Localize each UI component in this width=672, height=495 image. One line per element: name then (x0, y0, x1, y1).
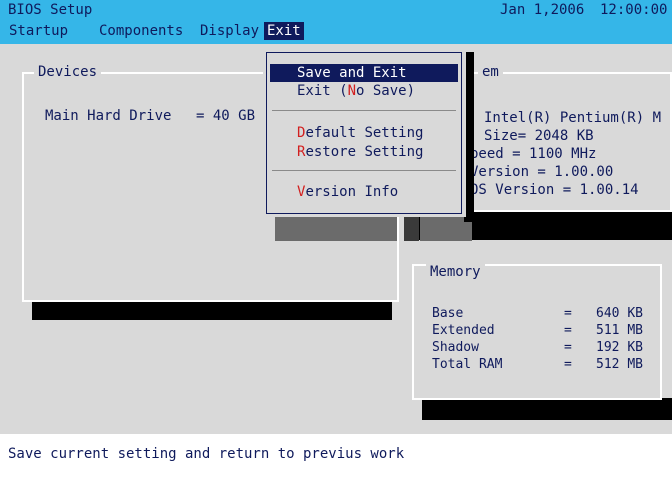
menu-item-exit-no-save-label-a: Exit ( (297, 83, 348, 99)
menu-item-restore-setting-label: estore Setting (305, 144, 424, 160)
menu-item-version-info[interactable]: Version Info (270, 183, 458, 201)
menu-display[interactable]: Display (197, 22, 262, 40)
exit-menu-shadow (275, 214, 397, 241)
menu-item-save-and-exit[interactable]: Save and Exit (270, 64, 458, 82)
system-speed-line: peed = 1100 MHz (470, 146, 597, 162)
devices-panel-title: Devices (34, 64, 102, 80)
menu-item-restore-setting[interactable]: Restore Setting (270, 143, 458, 161)
memory-base-value: 640 KB (596, 306, 643, 321)
date-display: Jan 1,2006 (500, 2, 585, 18)
system-version-line: Version = 1.00.00 (470, 164, 614, 180)
menu-item-default-setting[interactable]: Default Setting (270, 124, 458, 142)
memory-shadow-eq: = (564, 340, 572, 355)
memory-total-ram-eq: = (564, 357, 572, 372)
menu-item-exit-no-save-label-b: o Save) (356, 83, 416, 99)
memory-total-ram-value: 512 MB (596, 357, 643, 372)
menu-item-exit-no-save-hotkey: N (347, 83, 357, 99)
menu-components[interactable]: Components (96, 22, 186, 40)
memory-extended-eq: = (564, 323, 572, 338)
app-title: BIOS Setup (8, 2, 93, 18)
exit-menu-shadow-dark (404, 214, 419, 241)
system-cache-line: Size= 2048 KB (484, 128, 594, 144)
memory-panel-shadow (422, 398, 672, 420)
memory-base-eq: = (564, 306, 572, 321)
memory-extended-label: Extended (432, 323, 495, 338)
menu-item-save-and-exit-label: Save and Exit (297, 65, 407, 81)
system-os-version-line: OS Version = 1.00.14 (470, 182, 639, 198)
time-display: 12:00:00 (600, 2, 668, 18)
system-cpu-line: Intel(R) Pentium(R) M (484, 110, 662, 126)
memory-total-ram-label: Total RAM (432, 357, 503, 372)
menu-startup[interactable]: Startup (6, 22, 71, 40)
system-panel-title: em (478, 64, 503, 80)
status-text: Save current setting and return to previ… (8, 446, 405, 462)
menu-separator (272, 170, 456, 171)
memory-extended-value: 511 MB (596, 323, 643, 338)
main-hard-drive-label: Main Hard Drive (45, 108, 172, 124)
menu-separator (272, 110, 456, 111)
menu-item-default-setting-label: efault Setting (305, 125, 424, 141)
memory-shadow-value: 192 KB (596, 340, 643, 355)
menu-item-version-info-label: ersion Info (305, 184, 399, 200)
menu-item-exit-no-save[interactable]: Exit (No Save) (270, 82, 458, 100)
menu-exit[interactable]: Exit (264, 22, 304, 40)
memory-panel-title: Memory (426, 264, 485, 280)
main-hard-drive-value: = 40 GB (196, 108, 256, 124)
memory-shadow-label: Shadow (432, 340, 479, 355)
memory-base-label: Base (432, 306, 464, 321)
devices-panel-shadow (32, 300, 392, 320)
